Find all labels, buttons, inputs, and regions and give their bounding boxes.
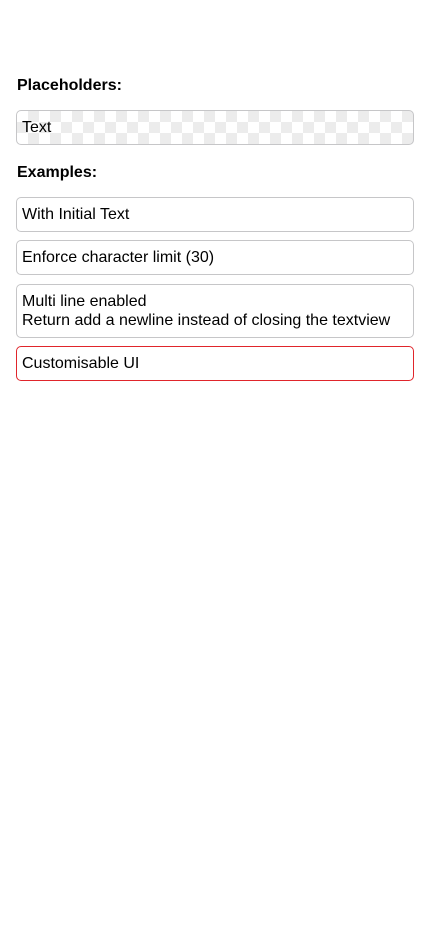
character-limit-value: Enforce character limit (30) (22, 249, 215, 266)
initial-text-value: With Initial Text (22, 206, 130, 223)
multiline-line-1: Multi line enabled (22, 293, 147, 310)
multiline-text-view[interactable]: Multi line enabled Return add a newline … (16, 284, 414, 338)
character-limit-field[interactable]: Enforce character limit (30) (16, 240, 414, 275)
initial-text-field[interactable]: With Initial Text (16, 197, 414, 232)
placeholders-heading: Placeholders: (17, 77, 122, 94)
customisable-ui-field[interactable]: Customisable UI (16, 346, 414, 381)
placeholder-text-value: Text (22, 119, 52, 136)
placeholder-text-field[interactable]: Text (16, 110, 414, 145)
customisable-ui-value: Customisable UI (22, 355, 140, 372)
multiline-line-2: Return add a newline instead of closing … (22, 312, 391, 329)
examples-heading: Examples: (17, 164, 98, 181)
